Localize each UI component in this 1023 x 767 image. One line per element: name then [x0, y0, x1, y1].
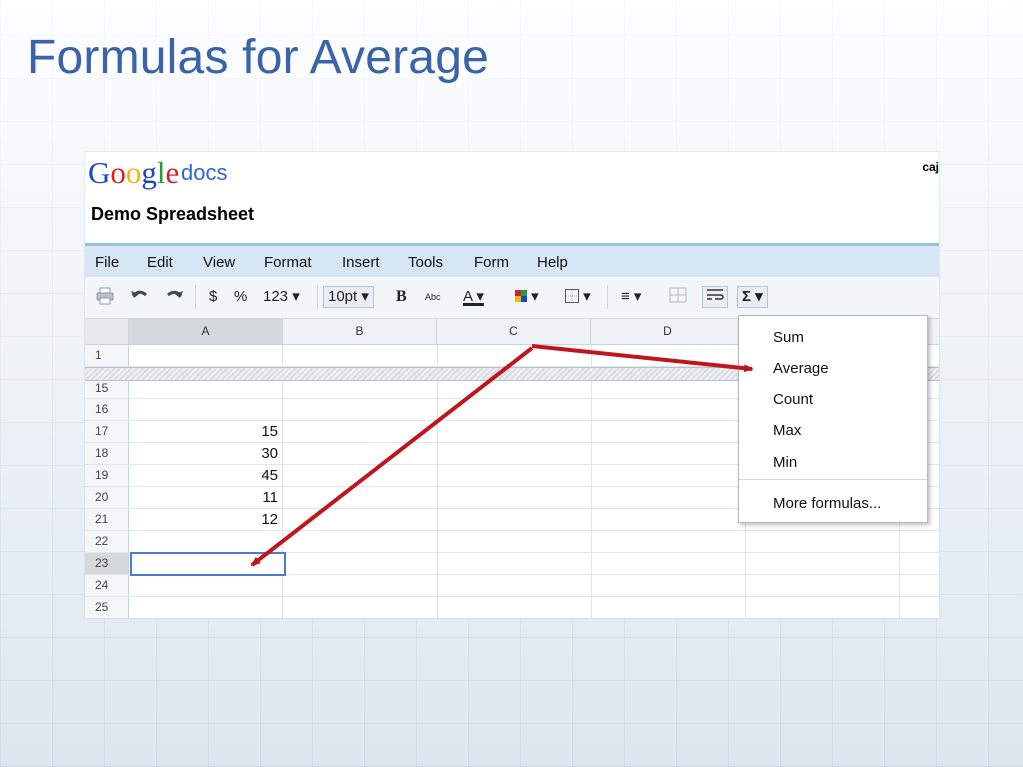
row-number[interactable]: 1 [85, 345, 129, 366]
menu-item-count[interactable]: Count [773, 391, 813, 408]
cell-a[interactable]: 12 [129, 509, 283, 530]
menu-tools[interactable]: Tools [408, 254, 443, 271]
menu-insert[interactable]: Insert [342, 254, 380, 271]
number-format-dropdown[interactable]: 123 ▾ [263, 287, 300, 307]
row-number[interactable]: 17 [85, 421, 129, 442]
table-row: 22 [85, 531, 939, 553]
menu-help[interactable]: Help [537, 254, 568, 271]
toolbar: $ % 123 ▾ 10pt ▾ B Abc A ▾ ▾ ▾ ≡ ▾ Σ ▾ [85, 277, 939, 319]
menu-format[interactable]: Format [264, 254, 312, 271]
redo-icon[interactable] [165, 287, 185, 307]
currency-format-button[interactable]: $ [209, 287, 217, 307]
menu-edit[interactable]: Edit [147, 254, 173, 271]
menu-divider [739, 479, 927, 480]
color-grid-icon [515, 290, 527, 302]
borders-dropdown[interactable]: ▾ [565, 287, 591, 307]
row-number[interactable]: 25 [85, 597, 129, 618]
menu-file[interactable]: File [95, 254, 119, 271]
row-number[interactable]: 15 [85, 381, 129, 398]
logo-letter: g [141, 155, 157, 190]
cell-a[interactable] [129, 575, 283, 596]
table-row: 24 [85, 575, 939, 597]
align-dropdown[interactable]: ≡ ▾ [621, 287, 641, 307]
menu-bar: File Edit View Format Insert Tools Form … [85, 243, 939, 277]
borders-icon [565, 289, 579, 303]
logo-letter: l [156, 155, 166, 190]
sum-functions-menu: Sum Average Count Max Min More formulas.… [738, 315, 928, 523]
row-number[interactable]: 19 [85, 465, 129, 486]
document-title[interactable]: Demo Spreadsheet [91, 204, 254, 225]
undo-icon[interactable] [129, 287, 149, 307]
percent-format-button[interactable]: % [234, 287, 247, 307]
print-icon[interactable] [95, 287, 115, 307]
select-all-corner[interactable] [85, 319, 129, 344]
row-number[interactable]: 16 [85, 399, 129, 420]
strikethrough-button[interactable]: Abc [425, 287, 441, 307]
menu-item-more-formulas[interactable]: More formulas... [773, 495, 881, 512]
wrap-text-icon[interactable] [702, 286, 728, 308]
cell-a[interactable] [129, 399, 283, 420]
cell-a[interactable] [129, 381, 283, 398]
logo-letter: o [125, 155, 142, 190]
toolbar-separator [607, 285, 608, 309]
font-size-dropdown[interactable]: 10pt ▾ [323, 286, 374, 308]
active-cell-a23[interactable] [130, 552, 286, 576]
row-number[interactable]: 18 [85, 443, 129, 464]
toolbar-separator [195, 285, 196, 309]
merge-cells-icon[interactable] [669, 287, 687, 307]
cell-a[interactable] [129, 597, 283, 618]
google-logo: Google [88, 155, 179, 191]
logo-letter: G [88, 155, 111, 190]
cell-a[interactable] [129, 345, 283, 366]
table-row: 25 [85, 597, 939, 618]
row-number[interactable]: 24 [85, 575, 129, 596]
cell-a[interactable]: 11 [129, 487, 283, 508]
cell-a[interactable]: 30 [129, 443, 283, 464]
cell-a[interactable]: 15 [129, 421, 283, 442]
slide-title: Formulas for Average [27, 31, 489, 84]
dropdown-caret: ▾ [531, 288, 539, 305]
dropdown-caret: ▾ [583, 288, 591, 305]
toolbar-separator [317, 285, 318, 309]
row-number[interactable]: 22 [85, 531, 129, 552]
row-number[interactable]: 23 [85, 553, 129, 574]
menu-view[interactable]: View [203, 254, 235, 271]
column-header-d[interactable]: D [591, 319, 745, 344]
text-color-dropdown[interactable]: A ▾ [463, 287, 484, 307]
sum-functions-dropdown[interactable]: Σ ▾ [737, 286, 768, 308]
bold-button[interactable]: B [396, 287, 407, 307]
background-color-dropdown[interactable]: ▾ [515, 287, 539, 307]
user-account-link[interactable]: caj [922, 160, 939, 174]
menu-item-average[interactable]: Average [773, 360, 829, 377]
cell-a[interactable] [129, 531, 283, 552]
cell-a[interactable]: 45 [129, 465, 283, 486]
google-docs-screenshot: Google docs caj Demo Spreadsheet File Ed… [85, 152, 939, 618]
logo-letter: o [110, 155, 126, 190]
product-name: docs [181, 160, 228, 185]
menu-item-min[interactable]: Min [773, 454, 797, 471]
column-header-a[interactable]: A [129, 319, 283, 344]
row-number[interactable]: 20 [85, 487, 129, 508]
menu-form[interactable]: Form [474, 254, 509, 271]
logo-letter: e [165, 155, 180, 190]
menu-item-max[interactable]: Max [773, 422, 801, 439]
column-header-b[interactable]: B [283, 319, 437, 344]
column-header-c[interactable]: C [437, 319, 591, 344]
row-number[interactable]: 21 [85, 509, 129, 530]
menu-item-sum[interactable]: Sum [773, 329, 804, 346]
